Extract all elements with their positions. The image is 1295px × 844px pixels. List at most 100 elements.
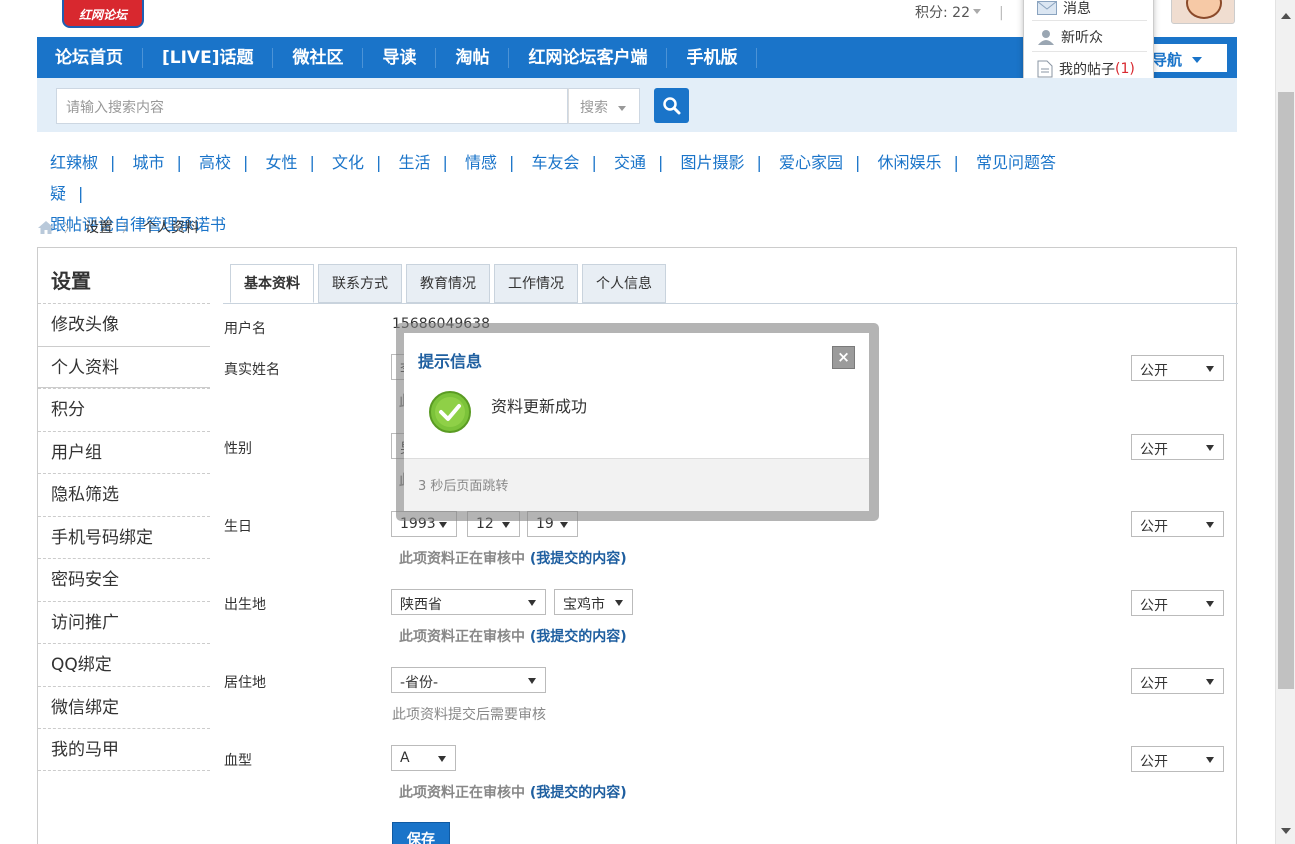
chevron-down-icon: [560, 522, 568, 532]
nav-item-mobile[interactable]: 手机版: [667, 47, 758, 68]
breadcrumb-separator: 〉: [122, 220, 135, 235]
category-link[interactable]: 红辣椒: [50, 153, 98, 172]
menu-item-new-listeners[interactable]: 新听众: [1032, 23, 1147, 52]
sidebar-item-qq[interactable]: QQ绑定: [38, 643, 210, 686]
residence-note: 此项资料提交后需要审核: [392, 707, 546, 723]
sidebar-item-points[interactable]: 积分: [38, 388, 210, 431]
residence-province-select[interactable]: -省份-: [391, 667, 546, 693]
category-link[interactable]: 生活: [399, 153, 431, 172]
sidebar-item-profile[interactable]: 个人资料: [38, 345, 210, 388]
separator: |: [756, 153, 762, 172]
tab-work[interactable]: 工作情况: [494, 264, 578, 303]
profile-tabs: 基本资料 联系方式 教育情况 工作情况 个人信息: [230, 264, 670, 303]
menu-item-messages[interactable]: 消息: [1032, 0, 1147, 21]
scroll-up-icon[interactable]: [1281, 8, 1291, 19]
sidebar-item-password[interactable]: 密码安全: [38, 558, 210, 601]
tab-education[interactable]: 教育情况: [406, 264, 490, 303]
separator: |: [509, 153, 515, 172]
privacy-value: 公开: [1140, 598, 1168, 614]
home-icon[interactable]: [37, 220, 55, 235]
document-icon: [1037, 60, 1053, 77]
chevron-down-icon: [1206, 522, 1214, 532]
breadcrumb-current: 个人资料: [143, 220, 200, 236]
nav-item-guide[interactable]: 导读: [363, 47, 437, 68]
blood-value: A: [400, 750, 410, 766]
chevron-down-icon: [1206, 679, 1214, 689]
save-button[interactable]: 保存: [392, 822, 450, 844]
sidebar-item-avatar[interactable]: 修改头像: [38, 303, 210, 346]
menu-item-label: 新听众: [1061, 30, 1103, 46]
realname-privacy-select[interactable]: 公开: [1131, 355, 1224, 381]
search-scope-label: 搜索: [580, 100, 608, 116]
nav-item-micro-community[interactable]: 微社区: [273, 47, 364, 68]
category-link[interactable]: 情感: [465, 153, 497, 172]
category-link[interactable]: 休闲娱乐: [878, 153, 942, 172]
vertical-scrollbar[interactable]: [1275, 0, 1295, 844]
residence-privacy-select[interactable]: 公开: [1131, 668, 1224, 694]
chevron-down-icon: [1206, 601, 1214, 611]
search-scope-select[interactable]: 搜索: [568, 88, 640, 124]
blood-select[interactable]: A: [391, 745, 456, 771]
sidebar-item-wechat[interactable]: 微信绑定: [38, 685, 210, 729]
scrollbar-thumb[interactable]: [1278, 92, 1294, 689]
site-logo[interactable]: 红网论坛: [62, 0, 144, 28]
nav-item-client[interactable]: 红网论坛客户端: [509, 47, 668, 68]
separator: |: [309, 153, 315, 172]
tab-personal[interactable]: 个人信息: [582, 264, 666, 303]
sidebar-title: 设置: [51, 269, 91, 293]
separator: |: [591, 153, 597, 172]
category-link[interactable]: 女性: [266, 153, 298, 172]
avatar[interactable]: [1171, 0, 1235, 24]
user-icon: [1038, 30, 1054, 45]
close-icon[interactable]: ×: [832, 346, 855, 369]
review-link[interactable]: (我提交的内容): [530, 551, 627, 567]
points-display[interactable]: 积分: 22 |: [915, 2, 1004, 22]
chevron-down-icon: [618, 105, 626, 115]
header-separator: |: [998, 5, 1004, 21]
chevron-down-icon: [438, 756, 446, 766]
category-link[interactable]: 文化: [332, 153, 364, 172]
birthday-privacy-select[interactable]: 公开: [1131, 511, 1224, 537]
sidebar-item-alias[interactable]: 我的马甲: [38, 728, 210, 771]
category-link[interactable]: 城市: [133, 153, 165, 172]
review-link[interactable]: (我提交的内容): [530, 785, 627, 801]
nav-item-taotie[interactable]: 淘帖: [436, 47, 510, 68]
birth-city-select[interactable]: 宝鸡市: [554, 589, 633, 615]
dialog-message: 资料更新成功: [491, 397, 588, 416]
birthplace-privacy-select[interactable]: 公开: [1131, 590, 1224, 616]
nav-button-label: 导航: [1152, 51, 1183, 69]
gender-privacy-select[interactable]: 公开: [1131, 434, 1224, 460]
separator: |: [442, 153, 448, 172]
blood-privacy-select[interactable]: 公开: [1131, 746, 1224, 772]
tab-basic[interactable]: 基本资料: [230, 264, 314, 303]
breadcrumb-item[interactable]: 设置: [85, 217, 113, 237]
review-note-text: 此项资料正在审核中: [399, 629, 525, 645]
search-button[interactable]: [654, 88, 689, 123]
category-link[interactable]: 图片摄影: [681, 153, 745, 172]
residence-province-value: -省份-: [400, 675, 439, 691]
search-input[interactable]: 请输入搜索内容: [56, 88, 568, 124]
tab-contact[interactable]: 联系方式: [318, 264, 402, 303]
sidebar-item-phone[interactable]: 手机号码绑定: [38, 515, 210, 559]
sidebar-item-promotion[interactable]: 访问推广: [38, 600, 210, 644]
chevron-down-icon: [439, 522, 447, 532]
nav-dropdown-button[interactable]: 导航: [1150, 44, 1227, 72]
my-posts-count: (1): [1115, 60, 1135, 77]
search-bar: 请输入搜索内容 搜索: [37, 78, 1237, 132]
separator: |: [78, 184, 84, 203]
nav-item-live[interactable]: [LIVE]话题: [143, 47, 274, 68]
category-link[interactable]: 交通: [614, 153, 646, 172]
sidebar-item-usergroup[interactable]: 用户组: [38, 430, 210, 474]
scroll-down-icon[interactable]: [1281, 828, 1291, 839]
category-link[interactable]: 爱心家园: [779, 153, 843, 172]
sidebar-item-privacy[interactable]: 隐私筛选: [38, 473, 210, 516]
review-link[interactable]: (我提交的内容): [530, 629, 627, 645]
category-link[interactable]: 高校: [199, 153, 231, 172]
birth-province-select[interactable]: 陕西省: [391, 589, 546, 615]
category-link[interactable]: 车友会: [532, 153, 580, 172]
review-note-text: 此项资料正在审核中: [399, 785, 525, 801]
nav-item-home[interactable]: 论坛首页: [37, 47, 143, 68]
separator: |: [953, 153, 959, 172]
chevron-down-icon: [1206, 445, 1214, 455]
category-links: 红辣椒 | 城市 | 高校 | 女性 | 文化 | 生活 | 情感 | 车友会 | 交通 | 图片…: [50, 147, 1100, 240]
